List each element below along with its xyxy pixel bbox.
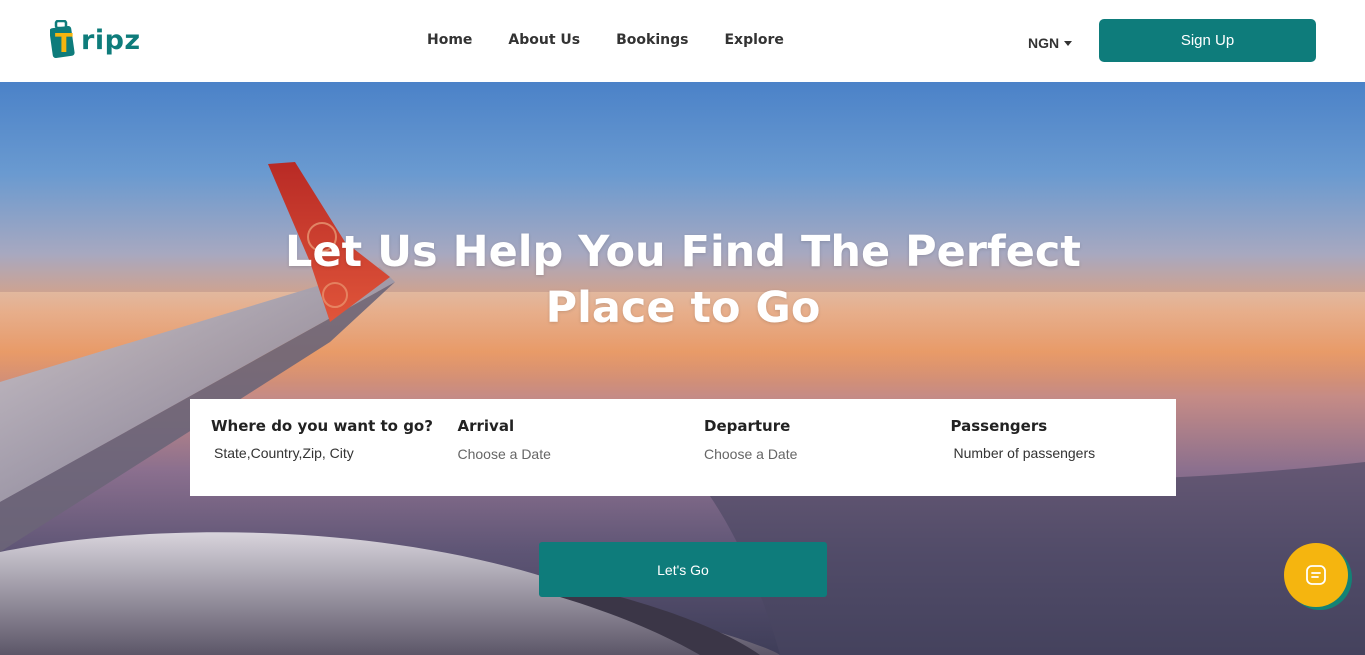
hero-title: Let Us Help You Find The Perfect Place t…	[285, 227, 1081, 333]
chat-icon	[1306, 565, 1326, 585]
destination-label: Where do you want to go?	[211, 417, 433, 435]
logo-letter: T	[55, 29, 73, 59]
currency-selector[interactable]: NGN	[1028, 35, 1073, 51]
suitcase-logo-icon: T	[49, 19, 80, 59]
destination-field: Where do you want to go?	[190, 399, 437, 496]
currency-label: NGN	[1028, 35, 1060, 51]
nav-explore[interactable]: Explore	[724, 30, 783, 50]
hero-section: Let Us Help You Find The Perfect Place t…	[0, 82, 1365, 655]
passengers-input[interactable]	[950, 444, 1151, 462]
passengers-label: Passengers	[950, 417, 1048, 435]
passengers-field: Passengers	[930, 399, 1177, 496]
brand-logo[interactable]: T ripz	[49, 14, 141, 59]
chat-button[interactable]	[1284, 543, 1348, 607]
departure-label: Departure	[704, 417, 791, 435]
departure-field: Departure	[683, 399, 930, 496]
destination-input[interactable]	[211, 444, 411, 462]
lets-go-button[interactable]: Let's Go	[539, 542, 827, 597]
site-header: T ripz Home About Us Bookings Explore NG…	[0, 0, 1365, 82]
nav-home[interactable]: Home	[427, 30, 472, 50]
arrival-label: Arrival	[457, 417, 515, 435]
departure-date-input[interactable]	[704, 445, 904, 463]
nav-about-us[interactable]: About Us	[508, 30, 580, 50]
arrival-date-input[interactable]	[457, 445, 658, 463]
caret-down-icon	[1064, 40, 1073, 46]
search-form: Where do you want to go? Arrival Departu…	[190, 399, 1176, 496]
nav-bookings[interactable]: Bookings	[616, 30, 688, 50]
arrival-field: Arrival	[437, 399, 684, 496]
main-nav: Home About Us Bookings Explore	[409, 30, 802, 50]
sign-up-button[interactable]: Sign Up	[1099, 19, 1316, 62]
brand-name: ripz	[81, 25, 141, 56]
